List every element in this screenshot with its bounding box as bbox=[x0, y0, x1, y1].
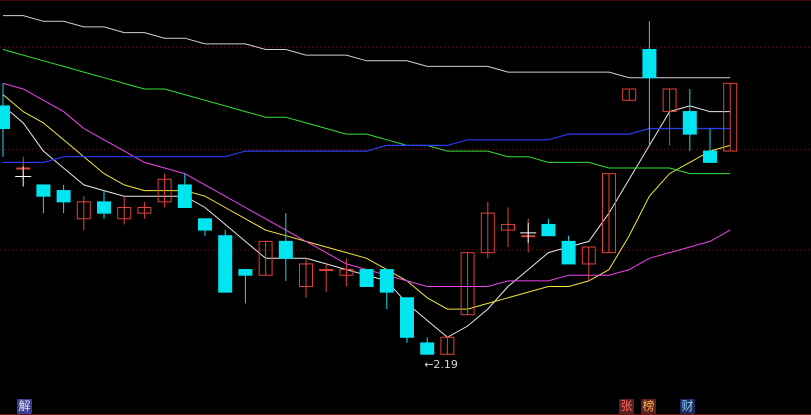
jie-badge[interactable]: 解 bbox=[17, 399, 32, 414]
candle-body-2 bbox=[36, 184, 51, 197]
candle-body-16 bbox=[319, 269, 334, 272]
ma-line-0 bbox=[2, 105, 731, 338]
candle-body-32 bbox=[642, 49, 657, 79]
zhang-badge[interactable]: 张 bbox=[619, 399, 634, 414]
bang-badge[interactable]: 榜 bbox=[641, 399, 656, 414]
ma-line-4 bbox=[3, 127, 731, 163]
ma-line-3 bbox=[2, 49, 731, 175]
candle-body-9 bbox=[177, 184, 192, 209]
ma-line-2 bbox=[2, 82, 731, 287]
low-price-annotation: ←2.19 bbox=[424, 358, 458, 371]
candle-body-27 bbox=[541, 223, 556, 237]
ma-line-5 bbox=[3, 15, 731, 79]
candle-body-0 bbox=[0, 105, 10, 130]
candle-body-12 bbox=[238, 269, 253, 276]
candle-body-3 bbox=[56, 190, 71, 203]
candle-body-11 bbox=[218, 235, 233, 293]
candle-body-20 bbox=[400, 297, 414, 338]
candle-body-10 bbox=[198, 218, 212, 231]
cai-badge[interactable]: 财 bbox=[680, 399, 695, 414]
candle-body-21 bbox=[420, 342, 435, 355]
candle-body-34 bbox=[682, 111, 697, 135]
candlestick-chart[interactable]: ←2.19 bbox=[0, 0, 811, 415]
candle-body-28 bbox=[561, 240, 576, 265]
candle-body-19 bbox=[379, 269, 394, 293]
candle-body-5 bbox=[97, 201, 111, 214]
chart-svg: ←2.19 bbox=[0, 0, 811, 415]
candle-body-18 bbox=[359, 269, 374, 288]
candle-body-35 bbox=[703, 150, 717, 163]
candle-body-14 bbox=[278, 240, 293, 259]
